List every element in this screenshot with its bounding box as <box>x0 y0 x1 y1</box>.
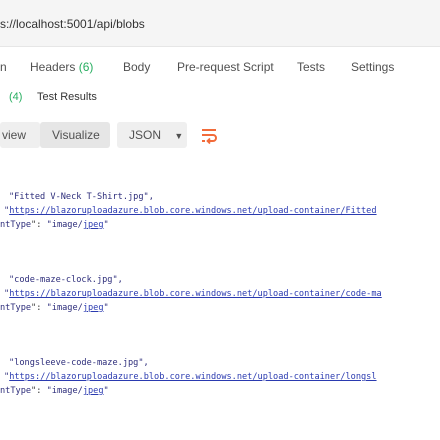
tab-test-results[interactable]: Test Results <box>37 91 97 103</box>
tab-headers-label: Headers <box>30 60 76 74</box>
response-toolbar: view Visualize JSON ▼ <box>0 118 440 150</box>
chevron-down-icon: ▼ <box>174 131 184 141</box>
tab-pre-request-script[interactable]: Pre-request Script <box>177 60 274 74</box>
request-url-input[interactable]: s://localhost:5001/api/blobs <box>0 17 145 31</box>
tab-params[interactable]: n <box>0 60 7 74</box>
blob-uri-link[interactable]: https://blazoruploadazure.blob.core.wind… <box>9 206 376 216</box>
blob-uri-value: "https://blazoruploadazure.blob.core.win… <box>4 206 377 216</box>
tab-settings[interactable]: Settings <box>351 60 394 74</box>
tab-headers[interactable]: Headers (6) <box>30 60 93 74</box>
blob-name-value: "code-maze-clock.jpg", <box>9 275 123 285</box>
blob-uri-value: "https://blazoruploadazure.blob.core.win… <box>4 372 377 382</box>
wrap-lines-button[interactable] <box>196 122 222 148</box>
blob-name-value: "longsleeve-code-maze.jpg", <box>9 358 149 368</box>
blob-uri-link[interactable]: https://blazoruploadazure.blob.core.wind… <box>9 289 382 299</box>
response-tabs: (4) Test Results <box>0 82 440 112</box>
blob-uri-link[interactable]: https://blazoruploadazure.blob.core.wind… <box>9 372 376 382</box>
blob-content-type: ntType": "image/jpeg" <box>0 303 109 313</box>
tab-body[interactable]: Body <box>123 60 150 74</box>
tab-tests[interactable]: Tests <box>297 60 325 74</box>
format-select[interactable]: JSON ▼ <box>117 122 187 148</box>
blob-content-type: ntType": "image/jpeg" <box>0 386 109 396</box>
blob-name-value: "Fitted V-Neck T-Shirt.jpg", <box>9 192 154 202</box>
blob-uri-value: "https://blazoruploadazure.blob.core.win… <box>4 289 382 299</box>
headers-count-badge: (6) <box>78 60 94 74</box>
response-headers-count: (4) <box>9 91 23 103</box>
tab-response-headers[interactable]: (4) <box>9 91 22 103</box>
preview-button[interactable]: view <box>0 122 40 148</box>
visualize-button[interactable]: Visualize <box>40 122 110 148</box>
wrap-lines-icon <box>202 129 217 145</box>
request-tabs: n Headers (6) Body Pre-request Script Te… <box>0 52 440 82</box>
response-body: "Fitted V-Neck T-Shirt.jpg", "https://bl… <box>0 150 440 440</box>
blob-content-type: ntType": "image/jpeg" <box>0 220 109 230</box>
url-bar[interactable]: s://localhost:5001/api/blobs <box>0 0 440 47</box>
